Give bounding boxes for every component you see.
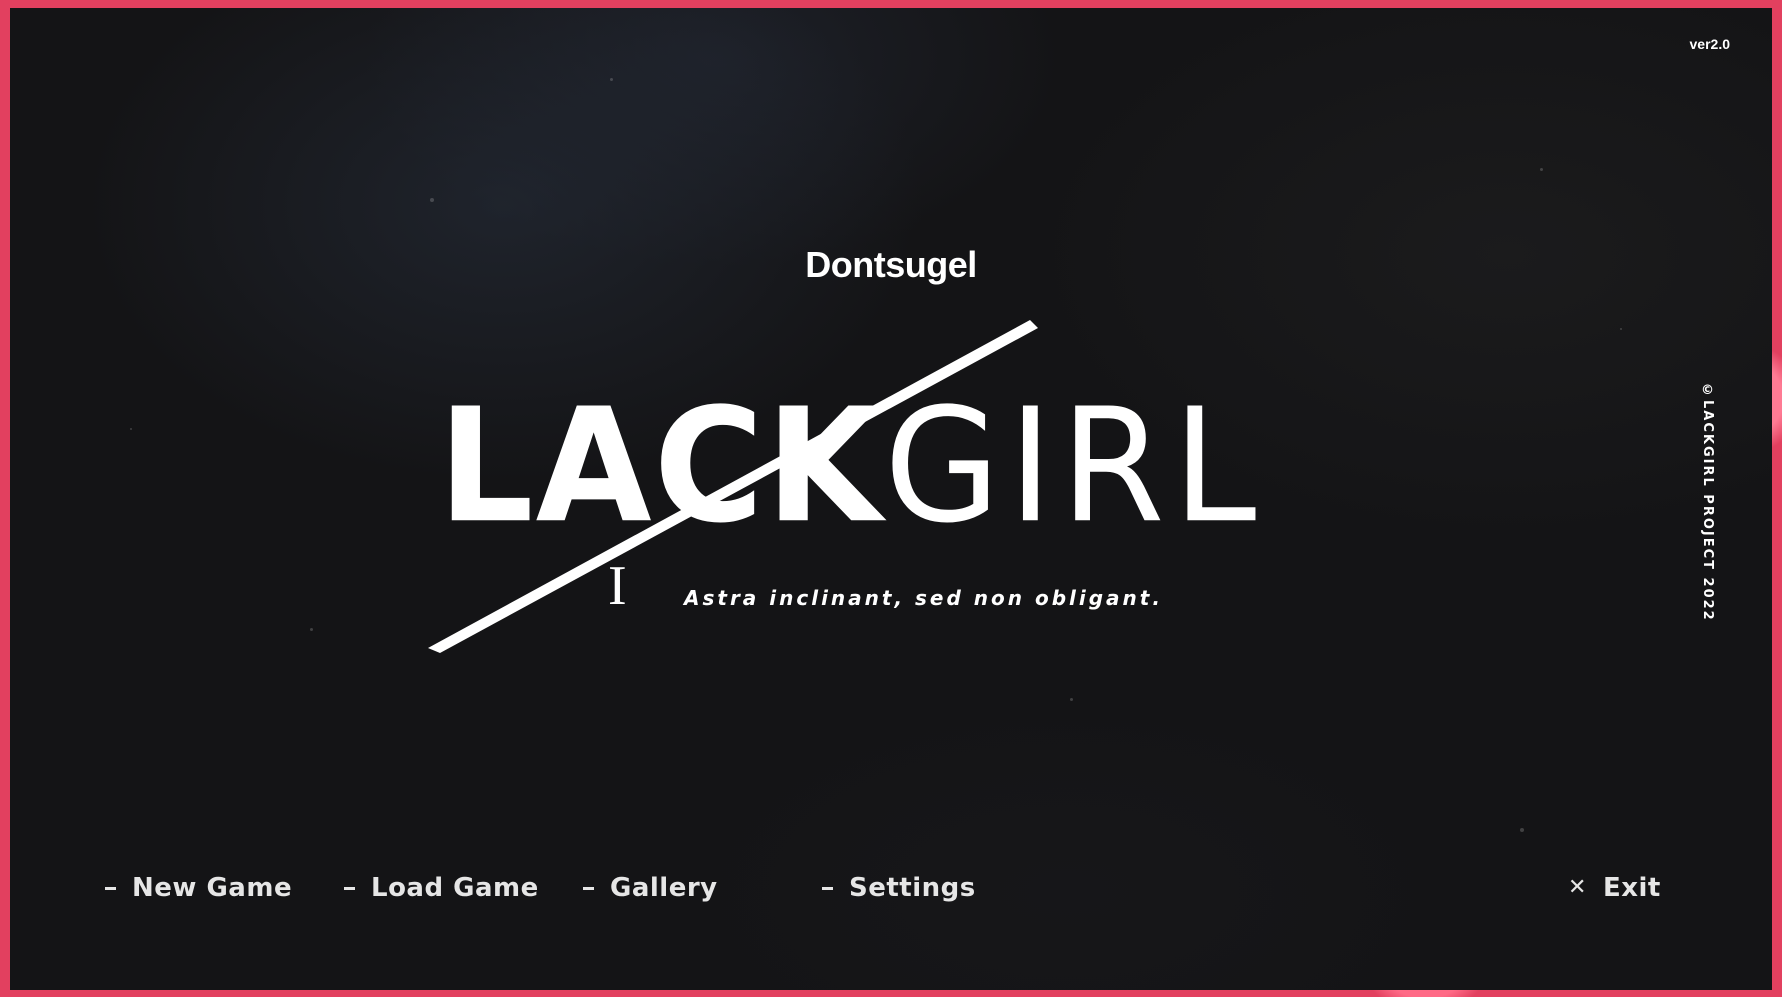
volume-numeral: I [608, 555, 627, 617]
title-screen: ver2.0 ©LACKGIRL PROJECT 2022 Dontsugel … [10, 8, 1772, 990]
settings-label: Settings [849, 873, 976, 903]
settings-button[interactable]: Settings [822, 873, 976, 903]
load-game-button[interactable]: Load Game [344, 873, 539, 903]
dust-speck [1620, 328, 1622, 330]
dash-icon [344, 886, 355, 890]
load-game-label: Load Game [371, 873, 539, 903]
game-logo: LACKGIRL I Astra inclinant, sed non obli… [420, 308, 1380, 663]
logo-motto: Astra inclinant, sed non obligant. [684, 586, 1163, 610]
dust-speck [610, 78, 613, 81]
copyright-text: ©LACKGIRL PROJECT 2022 [1700, 383, 1715, 622]
gallery-button[interactable]: Gallery [583, 873, 718, 903]
exit-label: Exit [1602, 873, 1661, 903]
exit-button[interactable]: ✕ Exit [1568, 873, 1661, 903]
close-icon: ✕ [1568, 875, 1587, 900]
new-game-label: New Game [132, 873, 293, 903]
dust-speck [130, 428, 132, 430]
gallery-label: Gallery [610, 873, 718, 903]
dash-icon [105, 886, 116, 890]
dust-speck [310, 628, 313, 631]
dust-speck [1540, 168, 1543, 171]
new-game-button[interactable]: New Game [105, 873, 292, 903]
dust-speck [430, 198, 434, 202]
dash-icon [583, 886, 594, 890]
logo-word-thin: GIRL [884, 375, 1265, 559]
dust-speck [1070, 698, 1073, 701]
logo-wordmark: LACKGIRL [438, 388, 1264, 546]
dust-speck [1520, 828, 1524, 832]
studio-name: Dontsugel [805, 244, 977, 285]
dash-icon [822, 886, 833, 890]
version-label: ver2.0 [1689, 36, 1730, 52]
logo-word-bold: LACK [438, 375, 884, 559]
